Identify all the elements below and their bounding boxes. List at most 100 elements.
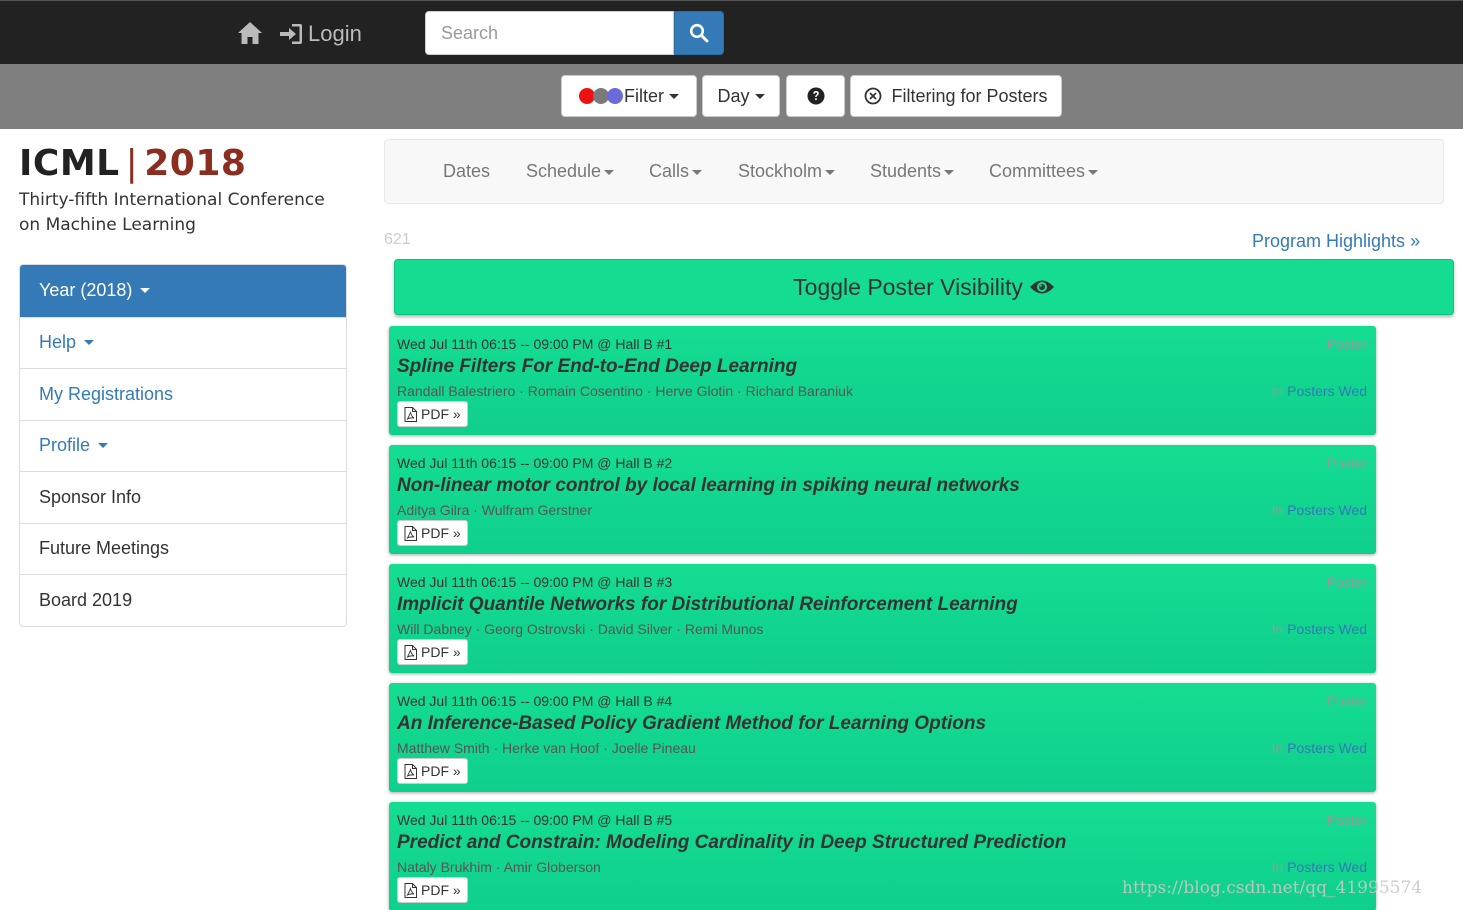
nav-dates[interactable]: Dates: [443, 161, 490, 182]
session-link[interactable]: Posters Wed: [1287, 740, 1367, 756]
sidebar-item-label: Sponsor Info: [39, 486, 142, 507]
caret-down-icon: [944, 169, 955, 175]
session-prefix: In: [1271, 502, 1284, 518]
poster-title[interactable]: Non-linear motor control by local learni…: [397, 475, 1020, 497]
sidebar-item-label: Help: [39, 332, 77, 353]
pdf-label: PDF »: [421, 763, 461, 779]
session-prefix: In: [1271, 621, 1284, 637]
poster-session: In Posters Wed: [1272, 502, 1367, 518]
poster-type-label: Poster: [1326, 336, 1367, 352]
pdf-button[interactable]: PDF »: [397, 877, 468, 903]
conference-subtitle: Thirty-fifth International Conference on…: [19, 190, 325, 235]
sidebar-item-board-2019[interactable]: Board 2019: [20, 574, 346, 626]
poster-list: Wed Jul 11th 06:15 -- 09:00 PM @ Hall B …: [389, 326, 1376, 910]
file-pdf-icon: [404, 406, 417, 422]
poster-title[interactable]: Predict and Constrain: Modeling Cardinal…: [397, 832, 1066, 854]
toggle-poster-visibility-button[interactable]: Toggle Poster Visibility: [394, 259, 1454, 315]
poster-authors: Aditya Gilra · Wulfram Gerstner: [397, 502, 593, 518]
filter-dropdown-button[interactable]: Filter: [561, 75, 697, 117]
times-circle-icon: [865, 87, 882, 105]
poster-authors: Nataly Brukhim · Amir Globerson: [397, 859, 601, 875]
site-logo[interactable]: ICML | 2018: [19, 143, 246, 184]
home-icon[interactable]: [236, 19, 264, 47]
pdf-button[interactable]: PDF »: [397, 401, 468, 427]
program-highlights-link[interactable]: Program Highlights »: [1252, 231, 1420, 252]
nav-stockholm[interactable]: Stockholm: [738, 161, 836, 182]
caret-down-icon: [825, 169, 836, 175]
poster-time-location: Wed Jul 11th 06:15 -- 09:00 PM @ Hall B …: [397, 336, 673, 352]
nav-label: Students: [870, 161, 942, 181]
eye-icon: [1029, 280, 1054, 294]
session-prefix: In: [1271, 740, 1284, 756]
pdf-button[interactable]: PDF »: [397, 639, 468, 665]
search-input[interactable]: [425, 11, 674, 55]
nav-label: Stockholm: [738, 161, 823, 181]
sidebar-item-profile[interactable]: Profile: [20, 419, 346, 472]
poster-title[interactable]: An Inference-Based Policy Gradient Metho…: [397, 713, 986, 735]
sidebar-item-label: Year (2018): [39, 280, 133, 301]
nav-label: Dates: [443, 161, 491, 181]
question-circle-icon: [807, 87, 824, 105]
sidebar-item-my-registrations[interactable]: My Registrations: [20, 368, 346, 420]
sign-in-icon: [280, 24, 302, 44]
file-pdf-icon: [404, 644, 417, 660]
caret-down-icon: [98, 443, 109, 449]
toggle-label: Toggle Poster Visibility: [793, 273, 1023, 300]
sidebar-item-year-2018[interactable]: Year (2018): [20, 265, 346, 317]
pdf-label: PDF »: [421, 882, 461, 898]
search-form: [425, 11, 724, 55]
sidebar-item-future-meetings[interactable]: Future Meetings: [20, 522, 346, 575]
filter-color-dot: [607, 88, 623, 104]
session-link[interactable]: Posters Wed: [1287, 859, 1367, 875]
file-pdf-icon: [404, 525, 417, 541]
caret-down-icon: [692, 169, 703, 175]
pdf-button[interactable]: PDF »: [397, 758, 468, 784]
main-navbar: Dates Schedule Calls Stockholm Students Commi…: [384, 139, 1444, 204]
nav-label: Committees: [989, 161, 1086, 181]
login-link[interactable]: Login: [278, 19, 362, 49]
nav-schedule[interactable]: Schedule: [526, 161, 615, 182]
pdf-label: PDF »: [421, 644, 461, 660]
nav-students[interactable]: Students: [870, 161, 955, 182]
poster-authors: Randall Balestriero · Romain Cosentino ·…: [397, 383, 853, 399]
poster-authors: Will Dabney · Georg Ostrovski · David Si…: [397, 621, 764, 637]
poster-time-location: Wed Jul 11th 06:15 -- 09:00 PM @ Hall B …: [397, 812, 673, 828]
sidebar-item-help[interactable]: Help: [20, 316, 346, 369]
search-button[interactable]: [674, 11, 724, 55]
poster-card: Wed Jul 11th 06:15 -- 09:00 PM @ Hall B …: [389, 326, 1376, 435]
poster-time-location: Wed Jul 11th 06:15 -- 09:00 PM @ Hall B …: [397, 574, 673, 590]
day-dropdown-button[interactable]: Day: [702, 75, 780, 117]
caret-down-icon: [669, 93, 679, 99]
poster-title[interactable]: Implicit Quantile Networks for Distribut…: [397, 594, 1018, 616]
caret-down-icon: [1088, 169, 1099, 175]
file-pdf-icon: [404, 882, 417, 898]
session-link[interactable]: Posters Wed: [1287, 383, 1367, 399]
session-prefix: In: [1271, 383, 1284, 399]
caret-down-icon: [84, 340, 95, 346]
filtering-for-posters-button[interactable]: Filtering for Posters: [850, 75, 1062, 117]
filter-dots-icon: [579, 88, 623, 104]
brand-year: 2018: [144, 143, 247, 184]
poster-card: Wed Jul 11th 06:15 -- 09:00 PM @ Hall B …: [389, 445, 1376, 554]
brand-name: ICML: [19, 143, 120, 184]
pdf-button[interactable]: PDF »: [397, 520, 468, 546]
poster-time-location: Wed Jul 11th 06:15 -- 09:00 PM @ Hall B …: [397, 455, 673, 471]
sidebar-nav: Year (2018) Help My Registrations Profile Sp…: [19, 264, 347, 627]
poster-card: Wed Jul 11th 06:15 -- 09:00 PM @ Hall B …: [389, 564, 1376, 673]
session-link[interactable]: Posters Wed: [1287, 621, 1367, 637]
poster-type-label: Poster: [1326, 574, 1367, 590]
nav-calls[interactable]: Calls: [649, 161, 703, 182]
poster-title[interactable]: Spline Filters For End-to-End Deep Learn…: [397, 356, 797, 378]
poster-session: In Posters Wed: [1272, 383, 1367, 399]
top-navbar: Login: [0, 0, 1463, 64]
day-label: Day: [717, 85, 750, 106]
help-button[interactable]: [786, 75, 845, 117]
session-link[interactable]: Posters Wed: [1287, 502, 1367, 518]
filtering-label: Filtering for Posters: [891, 85, 1048, 106]
nav-committees[interactable]: Committees: [989, 161, 1099, 182]
sidebar-item-sponsor-info[interactable]: Sponsor Info: [20, 471, 346, 523]
poster-card: Wed Jul 11th 06:15 -- 09:00 PM @ Hall B …: [389, 683, 1376, 792]
poster-type-label: Poster: [1326, 455, 1367, 471]
filter-toolbar: Filter Day Filtering for Posters: [0, 64, 1463, 129]
pdf-label: PDF »: [421, 406, 461, 422]
